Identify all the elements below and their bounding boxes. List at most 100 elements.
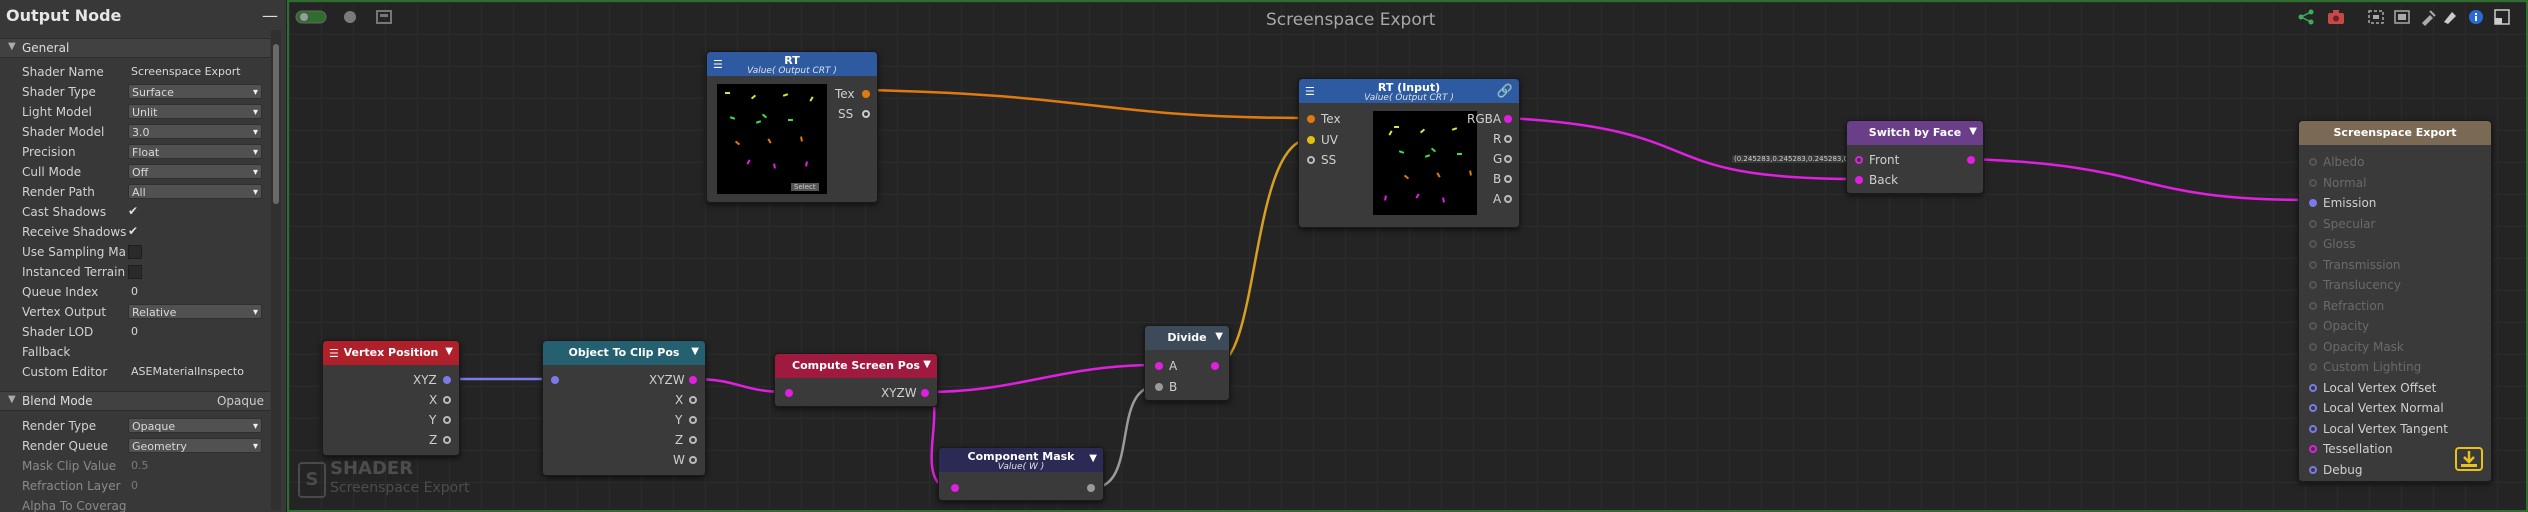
maximize-icon[interactable] [2490,8,2514,26]
port-pin[interactable] [2309,178,2317,187]
focus-graph-icon[interactable] [2364,8,2388,26]
port-pin-tex-in[interactable] [1307,115,1315,123]
cleanup-icon[interactable] [338,8,362,26]
port-pin-uv-in[interactable] [1307,136,1315,144]
port-pin[interactable] [2309,281,2317,289]
property-dropdown[interactable]: Float [128,144,262,159]
dropdown-arrow-icon[interactable]: ▼ [691,346,699,357]
select-button[interactable]: Select [791,183,819,191]
property-dropdown[interactable]: Off [128,164,262,179]
node-header[interactable]: ☰ RT (Input) Value( Output CRT ) 🔗 [1299,79,1519,103]
port-pin[interactable] [2309,383,2317,392]
port-pin[interactable] [2309,158,2317,166]
port-pin[interactable] [2309,260,2317,269]
port-pin-out[interactable] [1087,484,1095,492]
port-pin[interactable] [2309,424,2317,433]
port-pin[interactable] [2309,404,2317,412]
property-dropdown[interactable]: Surface [128,84,262,99]
property-checkbox[interactable]: ✔ [128,204,142,218]
port-pin-b[interactable] [1504,175,1512,183]
port-pin[interactable] [2309,322,2317,330]
port-pin-ss-in[interactable] [1307,156,1315,164]
node-output[interactable]: Screenspace Export Albedo Normal Emission S… [2298,120,2492,482]
port-pin-b[interactable] [1155,383,1163,391]
share-graph-icon[interactable] [372,8,396,26]
property-field[interactable] [128,498,262,512]
node-component-mask[interactable]: Component Mask Value( W ) ▼ [938,447,1104,501]
blend-mode-value[interactable]: Opaque [217,394,264,408]
node-object-to-clip-pos[interactable]: Object To Clip Pos ▼ XYZW X Y Z W [542,340,706,476]
port-pin[interactable] [2309,342,2317,351]
port-pin-x[interactable] [689,396,697,404]
port-pin-back[interactable] [1855,176,1863,184]
node-header[interactable]: ☰ Vertex Position ▼ [323,341,459,365]
zoom-to-selection-icon[interactable] [2390,8,2414,26]
dropdown-arrow-icon[interactable]: ▼ [1969,126,1977,137]
menu-icon[interactable]: ☰ [713,58,723,71]
port-pin-y[interactable] [689,416,697,424]
property-dropdown[interactable]: Opaque [128,418,262,433]
dropdown-arrow-icon[interactable]: ▼ [1089,453,1097,464]
dropdown-arrow-icon[interactable]: ▼ [1215,331,1223,342]
port-pin-xyz[interactable] [443,376,451,384]
port-pin[interactable] [2309,301,2317,310]
port-pin-z[interactable] [689,436,697,444]
node-header[interactable]: Compute Screen Pos ▼ [775,354,937,378]
dropdown-arrow-icon[interactable]: ▼ [445,346,453,357]
port-pin-out[interactable] [1967,156,1975,164]
port-pin-w[interactable] [689,456,697,464]
port-pin[interactable] [2309,465,2317,474]
node-header[interactable]: Screenspace Export [2299,121,2491,145]
port-pin-in[interactable] [785,389,793,397]
node-rt[interactable]: ☰ RT Value( Output CRT ) Select Tex SS [706,51,878,203]
property-dropdown[interactable]: Geometry [128,438,262,453]
port-pin-x[interactable] [443,396,451,404]
node-header[interactable]: Switch by Face ▼ [1847,121,1983,145]
port-pin-a[interactable] [1155,362,1163,370]
take-screenshot-icon[interactable] [2324,8,2348,26]
port-pin-xyzw[interactable] [689,376,697,384]
port-pin-y[interactable] [443,416,451,424]
port-pin-front[interactable] [1855,156,1863,164]
node-header[interactable]: Divide ▼ [1145,326,1229,350]
port-pin[interactable] [2309,199,2317,207]
node-vertex-position[interactable]: ☰ Vertex Position ▼ XYZ X Y Z [322,340,460,456]
port-pin-xyzw[interactable] [921,389,929,397]
property-field[interactable]: 0.5 [128,458,262,473]
port-pin-out[interactable] [1211,362,1219,370]
tag-icon[interactable] [2438,8,2462,26]
node-divide[interactable]: Divide ▼ A B [1144,325,1230,401]
property-dropdown[interactable]: Unlit [128,104,262,119]
menu-icon[interactable]: ☰ [1305,85,1315,98]
port-pin-a[interactable] [1504,195,1512,203]
node-header[interactable]: ☰ RT Value( Output CRT ) [707,52,877,76]
property-checkbox[interactable] [128,265,142,279]
port-pin[interactable] [2309,240,2317,248]
port-pin-in[interactable] [951,484,959,492]
port-pin[interactable] [2309,219,2317,228]
property-field[interactable]: Screenspace Export [128,64,262,79]
property-dropdown[interactable]: All [128,184,262,199]
property-field[interactable]: ASEMaterialInspecto [128,364,262,379]
property-checkbox[interactable] [128,245,142,259]
node-rt-input[interactable]: ☰ RT (Input) Value( Output CRT ) 🔗 Tex U… [1298,78,1520,228]
port-pin[interactable] [2309,363,2317,371]
port-pin-g[interactable] [1504,155,1512,163]
property-checkbox[interactable]: ✔ [128,224,142,238]
inspector-scroll-thumb[interactable] [273,44,279,204]
share-icon[interactable] [2294,8,2318,26]
port-pin[interactable] [2309,445,2317,453]
property-field[interactable]: 0 [128,324,262,339]
property-dropdown[interactable]: 3.0 [128,124,262,139]
port-pin-tex[interactable] [862,90,870,98]
property-dropdown[interactable]: Relative [128,304,262,319]
dropdown-arrow-icon[interactable]: ▼ [923,359,931,370]
link-icon[interactable]: 🔗 [1497,84,1513,99]
minimize-button[interactable]: — [262,6,278,25]
property-field[interactable]: 0 [128,284,262,299]
node-header[interactable]: Component Mask Value( W ) ▼ [939,448,1103,472]
port-pin-r[interactable] [1504,135,1512,143]
blend-section-header[interactable]: ▼ Blend Mode Opaque [0,391,270,411]
node-compute-screen-pos[interactable]: Compute Screen Pos ▼ XYZW [774,353,938,407]
node-switch-by-face[interactable]: Switch by Face ▼ Front Back [1846,120,1984,194]
